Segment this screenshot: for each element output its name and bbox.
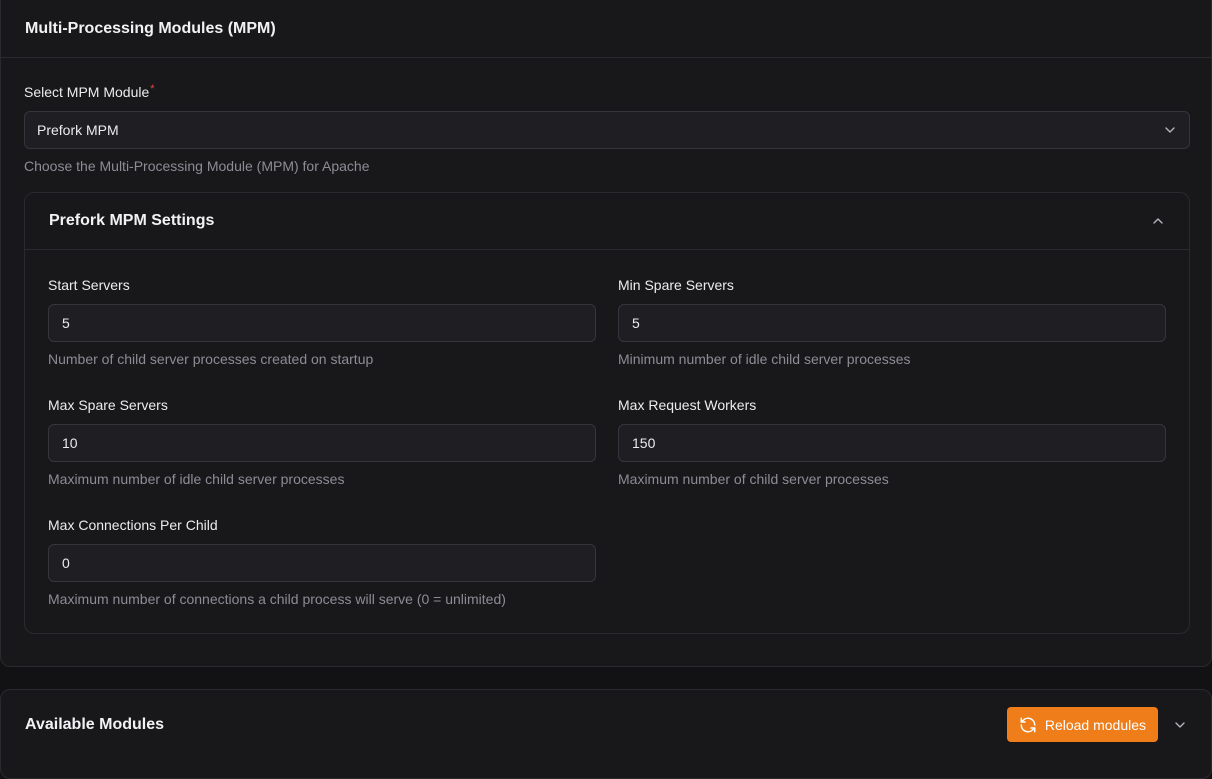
start-servers-hint: Number of child server processes created… xyxy=(48,351,374,367)
start-servers-input[interactable] xyxy=(48,304,596,342)
max-request-workers-label: Max Request Workers xyxy=(618,397,757,413)
refresh-icon xyxy=(1020,717,1036,732)
prefork-settings-grid: Start Servers Number of child server pro… xyxy=(25,250,1189,637)
min-spare-servers-hint: Minimum number of idle child server proc… xyxy=(618,351,911,367)
mpm-panel: Multi-Processing Modules (MPM) Select MP… xyxy=(0,0,1212,667)
prefork-settings-card: Prefork MPM Settings Start Servers Numbe… xyxy=(24,192,1190,634)
available-modules-panel: Available Modules Reload modules xyxy=(0,689,1212,779)
max-spare-servers-label: Max Spare Servers xyxy=(48,397,168,413)
max-request-workers-hint: Maximum number of child server processes xyxy=(618,471,889,487)
min-spare-servers-input[interactable] xyxy=(618,304,1166,342)
reload-modules-button[interactable]: Reload modules xyxy=(1006,707,1158,742)
max-connections-per-child-hint: Maximum number of connections a child pr… xyxy=(48,591,506,607)
select-mpm-hint: Choose the Multi-Processing Module (MPM)… xyxy=(24,158,370,174)
field-min-spare-servers: Min Spare Servers Minimum number of idle… xyxy=(618,277,1166,397)
chevron-down-icon xyxy=(1163,123,1177,137)
field-max-request-workers: Max Request Workers Maximum number of ch… xyxy=(618,397,1166,517)
mpm-module-selected-value: Prefork MPM xyxy=(37,122,119,138)
prefork-settings-header[interactable]: Prefork MPM Settings xyxy=(25,193,1189,250)
max-spare-servers-hint: Maximum number of idle child server proc… xyxy=(48,471,345,487)
chevron-up-icon[interactable] xyxy=(1151,214,1165,228)
chevron-down-icon[interactable] xyxy=(1173,718,1187,732)
reload-modules-label: Reload modules xyxy=(1044,716,1146,733)
start-servers-label: Start Servers xyxy=(48,277,130,293)
select-mpm-label-text: Select MPM Module xyxy=(24,84,150,100)
available-modules-header: Available Modules Reload modules xyxy=(1,690,1211,759)
min-spare-servers-label: Min Spare Servers xyxy=(618,277,734,293)
available-modules-tools: Reload modules xyxy=(1006,707,1187,742)
field-max-spare-servers: Max Spare Servers Maximum number of idle… xyxy=(48,397,596,517)
max-spare-servers-input[interactable] xyxy=(48,424,596,462)
max-request-workers-input[interactable] xyxy=(618,424,1166,462)
mpm-module-select[interactable]: Prefork MPM xyxy=(24,111,1190,149)
required-mark: * xyxy=(150,83,155,95)
mpm-panel-body: Select MPM Module* Prefork MPM Choose th… xyxy=(1,58,1211,634)
prefork-settings-title: Prefork MPM Settings xyxy=(49,212,215,229)
field-max-connections-per-child: Max Connections Per Child Maximum number… xyxy=(48,517,596,637)
max-connections-per-child-label: Max Connections Per Child xyxy=(48,517,218,533)
available-modules-title: Available Modules xyxy=(25,715,164,733)
field-start-servers: Start Servers Number of child server pro… xyxy=(48,277,596,397)
select-mpm-label: Select MPM Module* xyxy=(24,83,1188,100)
mpm-panel-title: Multi-Processing Modules (MPM) xyxy=(25,20,276,37)
mpm-panel-header: Multi-Processing Modules (MPM) xyxy=(1,0,1211,58)
max-connections-per-child-input[interactable] xyxy=(48,544,596,582)
